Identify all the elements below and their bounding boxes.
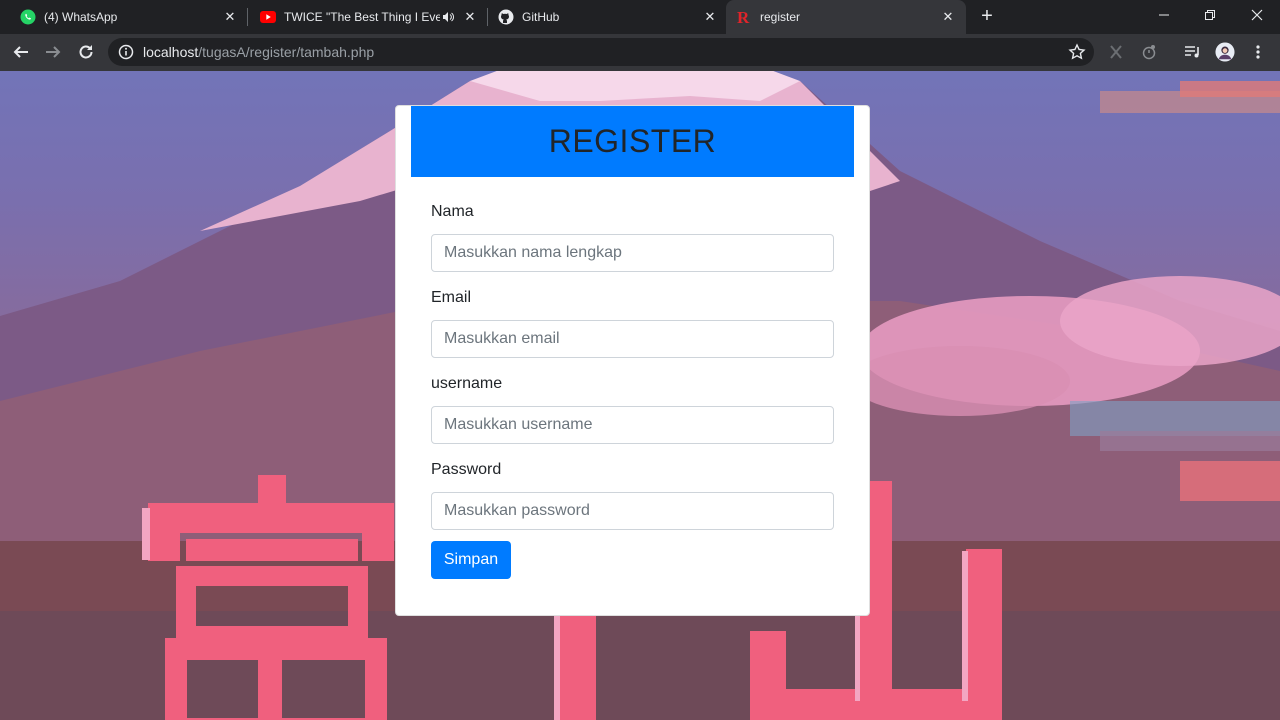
close-window-button[interactable]: [1234, 0, 1280, 30]
youtube-icon: [260, 9, 276, 25]
form-group-password: Password: [431, 458, 835, 530]
reload-button[interactable]: [74, 40, 98, 64]
address-bar[interactable]: localhost/tugasA/register/tambah.php: [108, 38, 1094, 66]
profile-avatar[interactable]: [1215, 42, 1235, 62]
url-host: localhost: [143, 44, 199, 60]
minimize-button[interactable]: [1141, 0, 1187, 30]
bookmark-star-icon[interactable]: [1068, 43, 1086, 61]
browser-toolbar: localhost/tugasA/register/tambah.php: [0, 34, 1280, 71]
password-label: Password: [431, 461, 502, 478]
tab-title: GitHub: [522, 10, 560, 24]
username-input[interactable]: [431, 406, 834, 444]
email-input[interactable]: [431, 320, 834, 358]
tab-title: register: [760, 10, 801, 24]
menu-kebab-icon[interactable]: [1248, 42, 1268, 62]
whatsapp-icon: [20, 9, 36, 25]
url-text: localhost/tugasA/register/tambah.php: [143, 44, 374, 60]
close-icon[interactable]: ✕: [462, 9, 478, 25]
register-card: REGISTER Nama Email username Password Si…: [395, 105, 870, 616]
url-path: /tugasA/register/tambah.php: [198, 44, 375, 60]
extension-x-icon[interactable]: [1106, 42, 1126, 62]
tab-whatsapp[interactable]: (4) WhatsApp ✕: [0, 0, 248, 34]
tab-title: (4) WhatsApp: [44, 10, 118, 24]
forward-button[interactable]: [41, 40, 65, 64]
form-group-email: Email: [431, 286, 835, 358]
back-button[interactable]: [9, 40, 33, 64]
nama-input[interactable]: [431, 234, 834, 272]
password-input[interactable]: [431, 492, 834, 530]
close-icon[interactable]: ✕: [940, 9, 956, 25]
tab-github[interactable]: GitHub ✕: [488, 0, 728, 34]
new-tab-button[interactable]: +: [977, 6, 997, 27]
info-icon[interactable]: [118, 44, 134, 60]
register-r-icon: R: [736, 9, 752, 25]
nama-label: Nama: [431, 203, 474, 220]
form-group-username: username: [431, 372, 835, 444]
tab-title: TWICE "The Best Thing I Ever: [284, 10, 440, 24]
browser-tabstrip: (4) WhatsApp ✕ TWICE "The Best Thing I E…: [0, 0, 1280, 34]
github-icon: [498, 9, 514, 25]
email-label: Email: [431, 289, 472, 306]
tab-youtube[interactable]: TWICE "The Best Thing I Ever ✕: [248, 0, 488, 34]
svg-text:R: R: [737, 9, 750, 25]
speaker-icon[interactable]: [440, 9, 456, 25]
page-background: REGISTER Nama Email username Password Si…: [0, 71, 1280, 720]
tab-register[interactable]: R register ✕: [726, 0, 966, 34]
simpan-button[interactable]: Simpan: [431, 541, 511, 579]
page-title: REGISTER: [548, 123, 717, 159]
extension-shield-icon[interactable]: [1139, 42, 1159, 62]
close-icon[interactable]: ✕: [222, 9, 238, 25]
username-label: username: [431, 375, 503, 392]
close-icon[interactable]: ✕: [702, 9, 718, 25]
restore-button[interactable]: [1187, 0, 1233, 30]
form-group-nama: Nama: [431, 200, 835, 272]
card-header: REGISTER: [411, 106, 854, 177]
media-control-icon[interactable]: [1183, 42, 1203, 62]
